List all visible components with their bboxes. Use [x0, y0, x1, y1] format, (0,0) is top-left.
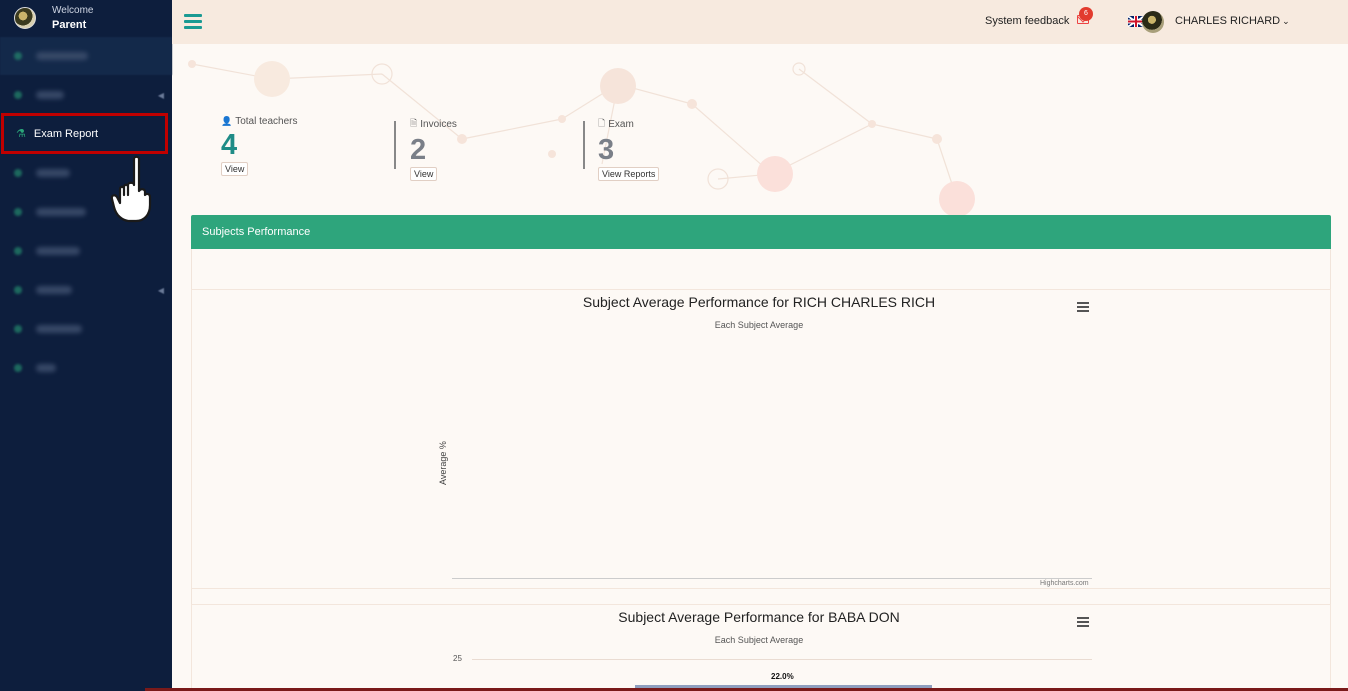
username-text: CHARLES RICHARD — [1175, 15, 1281, 27]
menu-dot-icon — [14, 52, 22, 60]
file-outline-icon: 🗋 — [598, 118, 606, 128]
chart-card-baba: Subject Average Performance for BABA DON… — [191, 604, 1331, 691]
sidebar: Welcome Parent ◀ ⚗ Exam Report ◀ — [0, 0, 172, 691]
gridline — [472, 659, 1092, 660]
caret-icon: ◀ — [157, 90, 164, 100]
stat-label: Total teachers — [235, 116, 298, 127]
menu-dot-icon — [14, 247, 22, 255]
stat-value: 3 — [598, 134, 615, 166]
sidebar-item-6[interactable] — [0, 232, 172, 270]
stat-invoices: 🗎 Invoices 2 View — [410, 116, 457, 181]
flask-icon: ⚗ — [16, 128, 26, 140]
menu-dot-icon — [14, 208, 22, 216]
menu-dot-icon — [14, 325, 22, 333]
sidebar-item-exam-report[interactable]: ⚗ Exam Report — [1, 113, 168, 154]
hamburger-menu-icon[interactable] — [184, 14, 202, 32]
chart-subtitle: Each Subject Average — [714, 320, 804, 330]
welcome-text: Welcome — [52, 5, 94, 16]
chart-menu-icon[interactable] — [1077, 302, 1089, 314]
stat-label: Exam — [608, 118, 634, 130]
chart-card-rich: Subject Average Performance for RICH CHA… — [191, 289, 1331, 589]
stat-total-teachers: 👤 Total teachers 4 View — [221, 116, 297, 176]
highcharts-credits[interactable]: Highcharts.com — [1040, 580, 1089, 587]
system-feedback-link[interactable]: System feedback — [985, 15, 1069, 27]
chart-menu-icon[interactable] — [1077, 617, 1089, 629]
view-invoices-button[interactable]: View — [410, 167, 438, 181]
divider — [394, 121, 396, 169]
sidebar-item-label: Exam Report — [33, 127, 99, 140]
x-axis-line — [452, 578, 1092, 579]
sidebar-item-7[interactable]: ◀ — [0, 271, 172, 309]
stat-label: Invoices — [420, 118, 457, 130]
chevron-down-icon: ⌄ — [1282, 16, 1290, 26]
y-axis-label: Average % — [438, 441, 448, 485]
sidebar-profile: Welcome Parent — [0, 0, 172, 36]
sidebar-item-8[interactable] — [0, 310, 172, 348]
subjects-performance-header: Subjects Performance — [191, 215, 1331, 249]
view-reports-button[interactable]: View Reports — [598, 167, 660, 181]
pointing-hand-icon — [110, 155, 152, 223]
divider — [583, 121, 585, 169]
user-icon: 👤 — [221, 116, 233, 126]
caret-icon: ◀ — [157, 285, 164, 295]
notification-badge: 6 — [1079, 7, 1093, 21]
sidebar-item-9[interactable] — [0, 349, 172, 387]
sidebar-item-dashboard[interactable] — [0, 37, 172, 75]
stat-exam: 🗋 Exam 3 View Reports — [598, 116, 660, 181]
menu-dot-icon — [14, 364, 22, 372]
y-tick-label: 25 — [453, 654, 462, 663]
user-menu[interactable]: CHARLES RICHARD ⌄ — [1175, 15, 1290, 27]
role-text: Parent — [52, 19, 87, 31]
chart-subtitle: Each Subject Average — [714, 635, 804, 645]
view-teachers-button[interactable]: View — [221, 162, 249, 176]
menu-dot-icon — [14, 286, 22, 294]
file-icon: 🗎 — [410, 118, 418, 128]
chart-title: Subject Average Performance for BABA DON — [618, 609, 900, 625]
bar-data-label: 22.0% — [771, 672, 794, 681]
avatar — [14, 7, 36, 29]
stat-value: 4 — [221, 129, 238, 161]
chart-title: Subject Average Performance for RICH CHA… — [582, 294, 936, 310]
sidebar-item-2[interactable]: ◀ — [0, 76, 172, 114]
menu-dot-icon — [14, 169, 22, 177]
topbar: System feedback 6 CHARLES RICHARD ⌄ — [172, 0, 1348, 44]
stat-value: 2 — [410, 134, 427, 166]
menu-dot-icon — [14, 91, 22, 99]
user-avatar[interactable] — [1142, 11, 1164, 33]
